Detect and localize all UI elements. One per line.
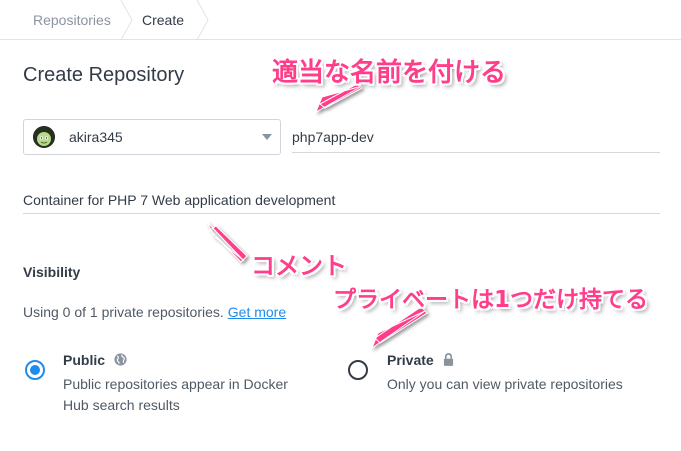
arrow-to-description bbox=[206, 221, 248, 263]
annotation-private-hint: プライベートは1つだけ持てる bbox=[333, 287, 649, 313]
annotation-comment-hint: コメント bbox=[251, 252, 347, 280]
annotation-name-hint: 適当な名前を付ける bbox=[272, 58, 507, 88]
